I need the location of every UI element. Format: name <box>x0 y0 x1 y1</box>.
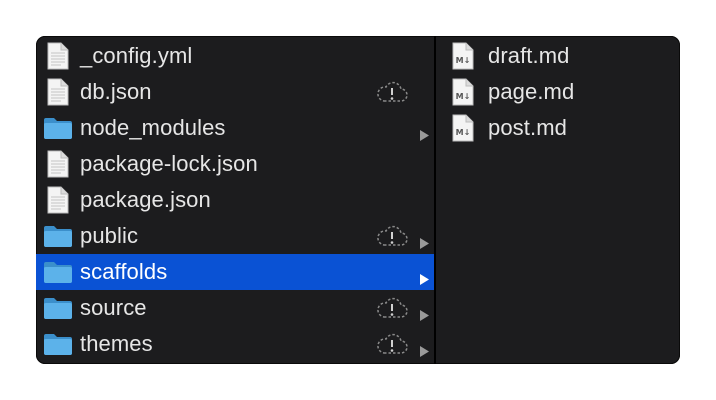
list-item-public[interactable]: public <box>36 218 434 254</box>
document-icon <box>36 74 80 110</box>
column-scaffolds-contents[interactable]: M↓ draft.md M↓ page.md M↓ post.md <box>436 36 680 364</box>
svg-text:M↓: M↓ <box>456 56 471 65</box>
item-name: _config.yml <box>80 43 193 68</box>
list-item-package-lock-json[interactable]: package-lock.json <box>36 146 434 182</box>
document-icon <box>36 182 80 218</box>
item-name: themes <box>80 331 153 356</box>
folder-icon <box>36 290 80 326</box>
markdown-file-icon: M↓ <box>436 74 488 110</box>
list-item-package-json[interactable]: package.json <box>36 182 434 218</box>
item-name: package-lock.json <box>80 151 258 176</box>
list-item-config-yml[interactable]: _config.yml <box>36 38 434 74</box>
list-item-source[interactable]: source <box>36 290 434 326</box>
list-item-node-modules[interactable]: node_modules <box>36 110 434 146</box>
svg-text:M↓: M↓ <box>456 128 471 137</box>
document-icon <box>36 146 80 182</box>
cloud-alert-icon[interactable] <box>376 81 408 103</box>
markdown-file-icon: M↓ <box>436 110 488 146</box>
cloud-alert-icon[interactable] <box>376 225 408 247</box>
column-parent[interactable]: _config.yml db.json node_modules package… <box>36 36 436 364</box>
chevron-right-icon <box>419 122 430 141</box>
folder-icon <box>36 110 80 146</box>
markdown-file-icon: M↓ <box>436 38 488 74</box>
item-name: page.md <box>488 79 575 104</box>
folder-icon <box>36 218 80 254</box>
list-item-themes[interactable]: themes <box>36 326 434 362</box>
svg-text:M↓: M↓ <box>456 92 471 101</box>
item-name: post.md <box>488 115 567 140</box>
item-name: source <box>80 295 147 320</box>
cloud-alert-icon[interactable] <box>376 297 408 319</box>
finder-column-view: _config.yml db.json node_modules package… <box>36 36 680 364</box>
cloud-alert-icon[interactable] <box>376 333 408 355</box>
item-name: package.json <box>80 187 211 212</box>
list-item-page-md[interactable]: M↓ page.md <box>436 74 680 110</box>
item-name: db.json <box>80 79 152 104</box>
document-icon <box>36 38 80 74</box>
folder-icon <box>36 326 80 362</box>
item-name: node_modules <box>80 115 226 140</box>
list-item-scaffolds[interactable]: scaffolds <box>36 254 434 290</box>
chevron-right-icon <box>419 338 430 357</box>
list-item-db-json[interactable]: db.json <box>36 74 434 110</box>
folder-icon <box>36 254 80 290</box>
chevron-right-icon <box>419 302 430 321</box>
chevron-right-icon <box>419 266 430 285</box>
chevron-right-icon <box>419 230 430 249</box>
list-item-draft-md[interactable]: M↓ draft.md <box>436 38 680 74</box>
item-name: public <box>80 223 139 248</box>
item-name: draft.md <box>488 43 570 68</box>
item-name: scaffolds <box>80 259 168 284</box>
list-item-post-md[interactable]: M↓ post.md <box>436 110 680 146</box>
